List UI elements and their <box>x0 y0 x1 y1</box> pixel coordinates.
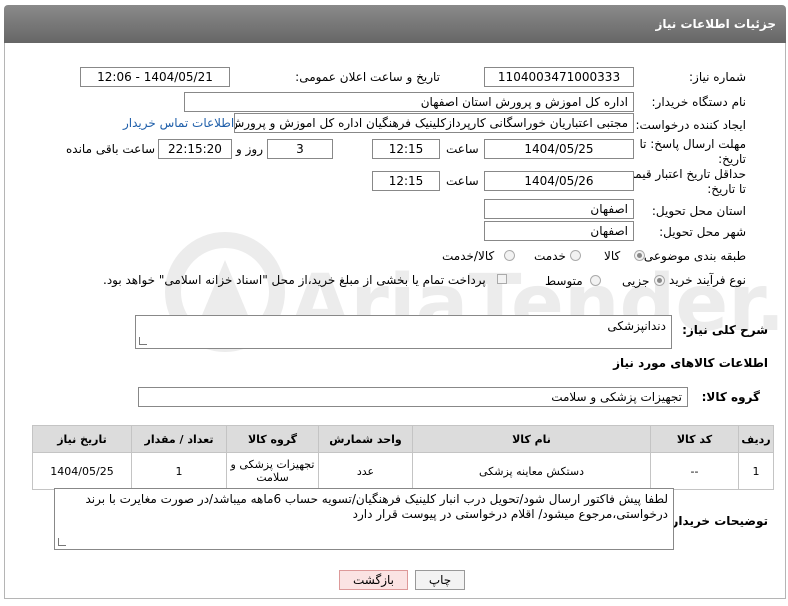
deadline-label-date: تاریخ: <box>718 152 746 166</box>
deadline-time-label: ساعت <box>446 142 479 156</box>
summary-label: شرح کلی نیاز: <box>682 323 768 337</box>
summary-field[interactable]: دندانپزشکی <box>135 315 672 349</box>
back-button[interactable]: بازگشت <box>339 570 408 590</box>
province-field[interactable]: اصفهان <box>484 199 634 219</box>
remaining-time-field[interactable]: 22:15:20 <box>158 139 232 159</box>
col-item-code: کد کالا <box>650 425 739 453</box>
cell-need-date: 1404/05/25 <box>32 452 132 490</box>
col-item-name: نام کالا <box>412 425 651 453</box>
resize-grip-icon[interactable] <box>139 337 147 345</box>
col-item-group: گروه کالا <box>226 425 319 453</box>
buyer-notes-text: لطفا پیش فاکتور ارسال شود/تحویل درب انبا… <box>85 492 668 521</box>
col-row-number: ردیف <box>738 425 774 453</box>
days-label: روز و <box>236 142 263 156</box>
process-option-medium: متوسط <box>545 274 583 288</box>
need-details-page: جزئیات اطلاعات نیاز AriaTender.net شماره… <box>0 0 788 606</box>
days-field[interactable]: 3 <box>267 139 333 159</box>
deadline-date-field[interactable]: 1404/05/25 <box>484 139 634 159</box>
cell-quantity: 1 <box>131 452 227 490</box>
cell-row-number: 1 <box>738 452 774 490</box>
category-option-service: خدمت <box>534 249 566 263</box>
cell-item-group: تجهیزات پزشکی و سلامت <box>226 452 319 490</box>
province-label: استان محل تحویل: <box>651 204 746 218</box>
print-button[interactable]: چاپ <box>415 570 465 590</box>
validity-time-field[interactable]: 12:15 <box>372 171 440 191</box>
city-label: شهر محل تحویل: <box>659 225 746 239</box>
validity-label: حداقل تاریخ اعتبار قیمت: <box>619 167 746 181</box>
buyer-org-label: نام دستگاه خریدار: <box>651 95 747 109</box>
validity-time-label: ساعت <box>446 174 479 188</box>
validity-label-date: تا تاریخ: <box>707 182 746 196</box>
requester-field[interactable]: مجتبی اعتباریان خوراسگانی کارپردازکلینیک… <box>234 113 634 133</box>
process-radio-medium[interactable] <box>590 275 601 286</box>
deadline-time-field[interactable]: 12:15 <box>372 139 440 159</box>
requester-label: ایجاد کننده درخواست: <box>635 118 746 132</box>
col-unit: واحد شمارش <box>318 425 413 453</box>
payment-note: پرداخت تمام یا بخشی از مبلغ خرید،از محل … <box>103 273 486 287</box>
category-label: طبقه بندی موضوعی: <box>639 249 746 263</box>
category-radio-service[interactable] <box>570 250 581 261</box>
buyer-notes-field[interactable]: لطفا پیش فاکتور ارسال شود/تحویل درب انبا… <box>54 488 674 550</box>
panel-title: جزئیات اطلاعات نیاز <box>655 17 776 31</box>
cell-item-name: دستکش معاینه پزشکی <box>412 452 651 490</box>
category-option-both: کالا/خدمت <box>442 249 495 263</box>
buyer-contact-link[interactable]: اطلاعات تماس خریدار <box>123 116 234 130</box>
process-label: نوع فرآیند خرید : <box>661 273 746 287</box>
remaining-label: ساعت باقی مانده <box>66 142 156 156</box>
announce-field[interactable]: 1404/05/21 - 12:06 <box>80 67 230 87</box>
buyer-org-field[interactable]: اداره کل اموزش و پرورش استان اصفهان <box>184 92 634 112</box>
category-radio-goods[interactable] <box>634 250 645 261</box>
items-table: ردیف کد کالا نام کالا واحد شمارش گروه کا… <box>32 425 774 490</box>
need-number-field[interactable]: 1104003471000333 <box>484 67 634 87</box>
panel-header: جزئیات اطلاعات نیاز <box>4 5 786 43</box>
goods-group-label: گروه کالا: <box>701 390 760 404</box>
goods-group-field[interactable]: تجهیزات پزشکی و سلامت <box>138 387 688 407</box>
buyer-notes-label: توضیحات خریدار: <box>666 514 768 528</box>
goods-section-title: اطلاعات کالاهای مورد نیاز <box>613 356 768 370</box>
cell-item-code: -- <box>650 452 739 490</box>
col-need-date: تاریخ نیاز <box>32 425 132 453</box>
validity-date-field[interactable]: 1404/05/26 <box>484 171 634 191</box>
process-radio-minor[interactable] <box>654 275 665 286</box>
deadline-label: مهلت ارسال پاسخ: تا <box>639 137 746 151</box>
need-number-label: شماره نیاز: <box>689 70 746 84</box>
process-option-minor: جزیی <box>622 274 650 288</box>
cell-unit: عدد <box>318 452 413 490</box>
summary-text: دندانپزشکی <box>607 319 666 333</box>
treasury-checkbox[interactable] <box>497 274 507 284</box>
table-row[interactable]: 1 -- دستکش معاینه پزشکی عدد تجهیزات پزشک… <box>32 452 774 490</box>
announce-label: تاریخ و ساعت اعلان عمومی: <box>295 70 440 84</box>
city-field[interactable]: اصفهان <box>484 221 634 241</box>
category-radio-both[interactable] <box>504 250 515 261</box>
resize-grip-icon[interactable] <box>58 538 66 546</box>
table-header-row: ردیف کد کالا نام کالا واحد شمارش گروه کا… <box>32 425 774 453</box>
category-option-goods: کالا <box>604 249 621 263</box>
col-quantity: تعداد / مقدار <box>131 425 227 453</box>
